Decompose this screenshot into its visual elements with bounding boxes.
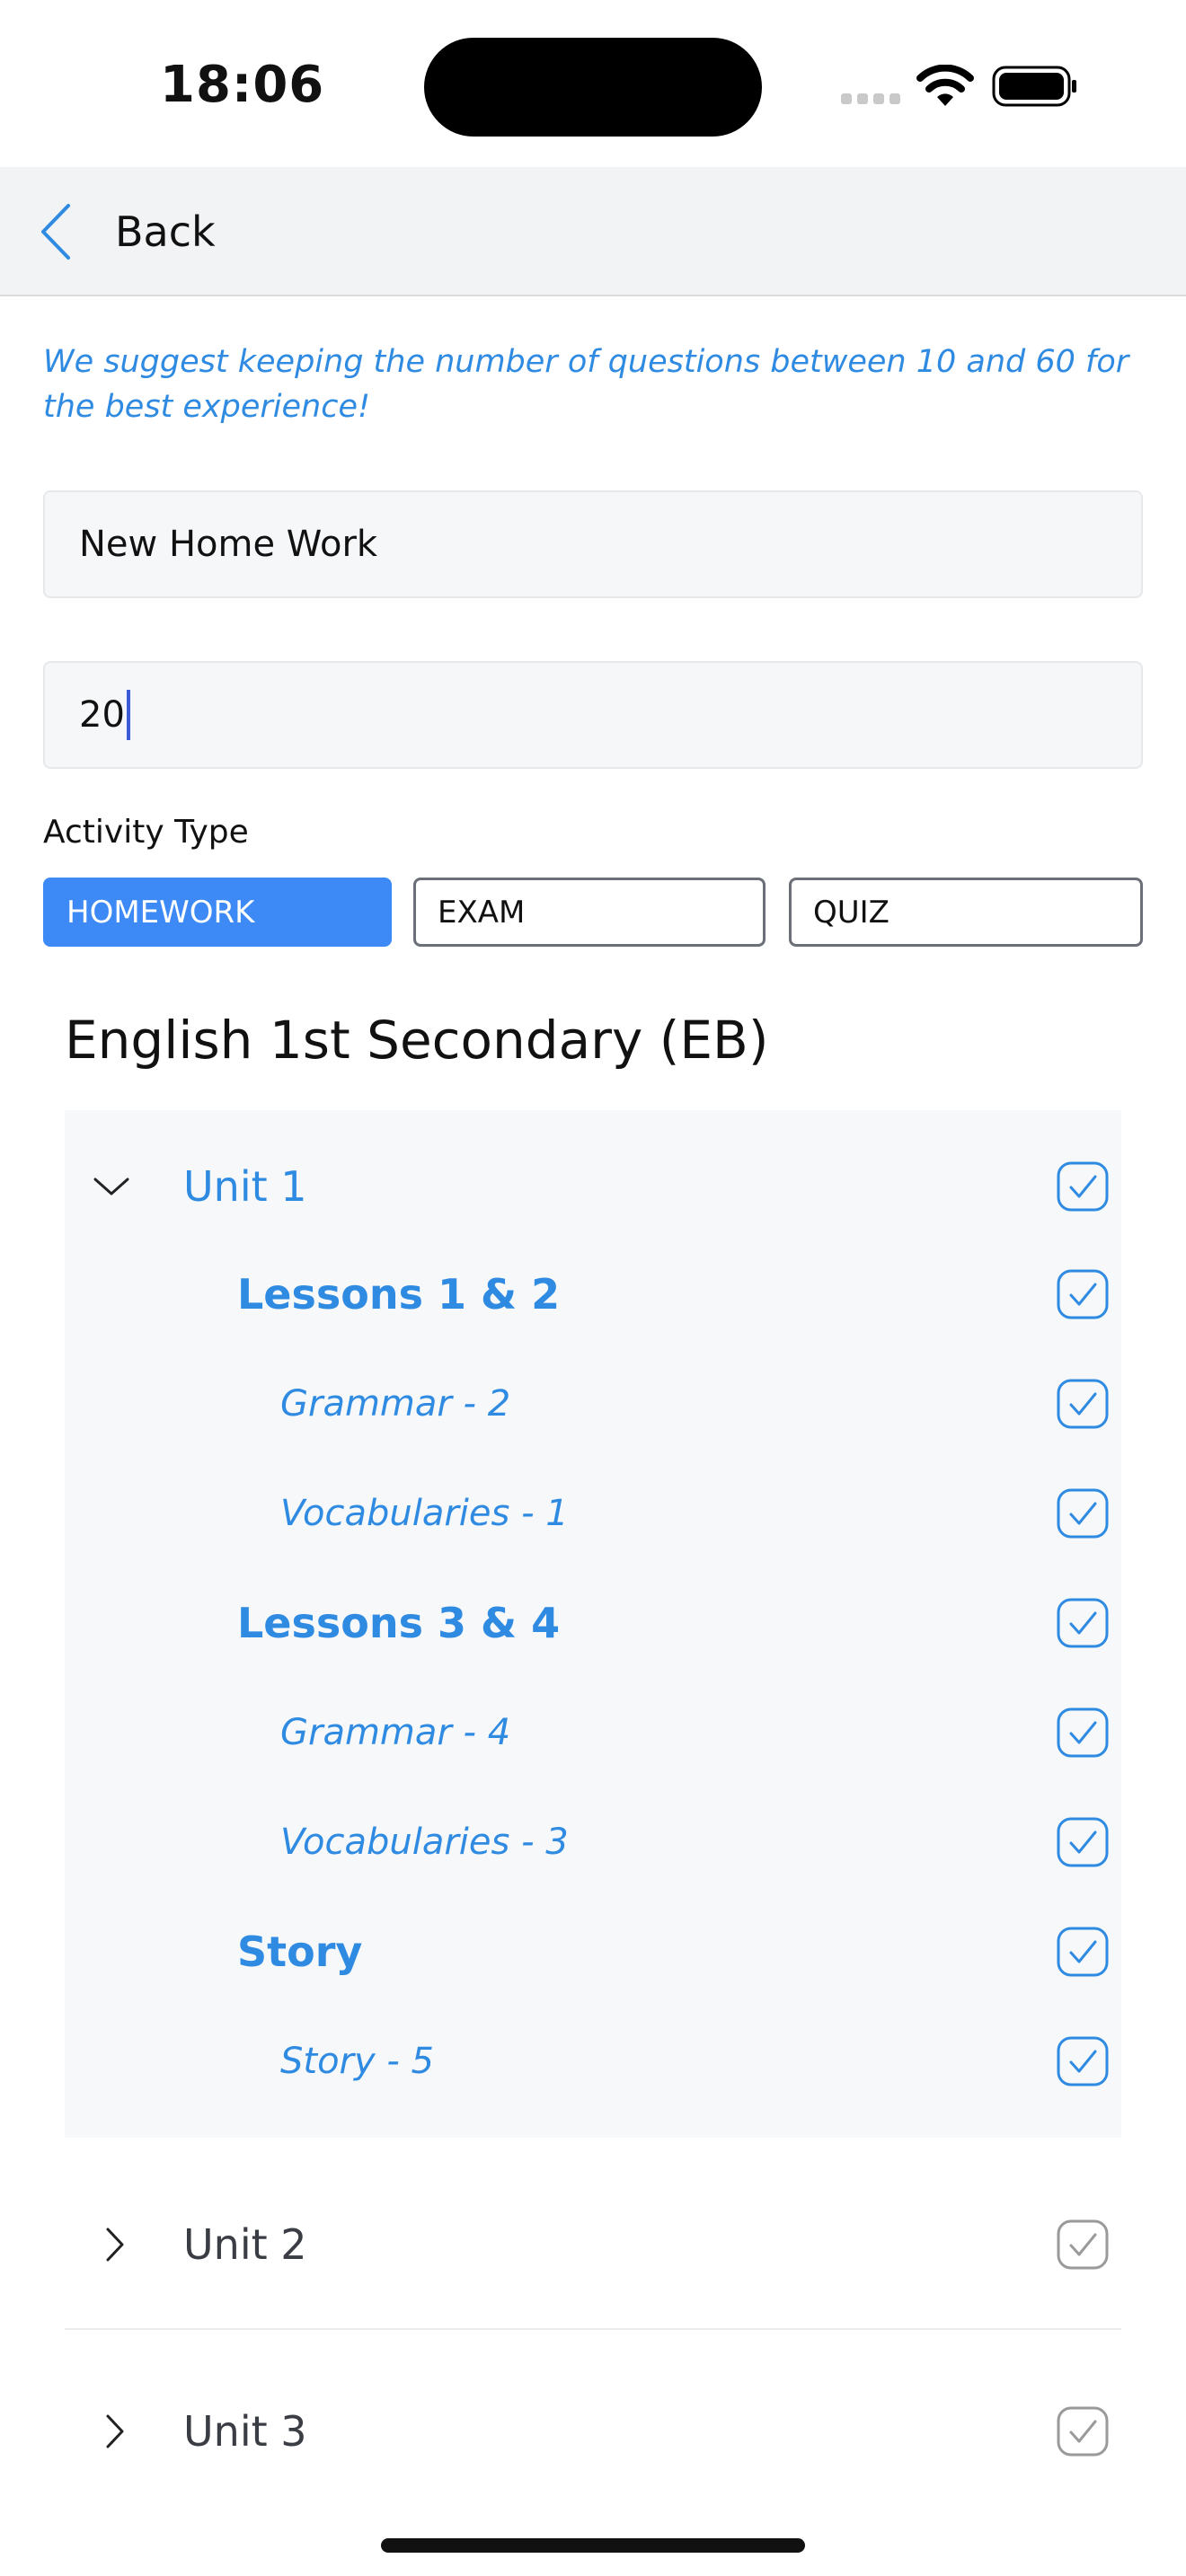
item-row[interactable]: Story - 5 [65, 2012, 1121, 2111]
item-label: Story - 5 [280, 2041, 434, 2082]
chevron-down-icon [93, 1178, 129, 1195]
item-row[interactable]: Grammar - 4 [65, 1683, 1121, 1782]
activity-title-input[interactable]: New Home Work [43, 490, 1143, 598]
checkbox-checked-icon[interactable] [1057, 1488, 1109, 1539]
unit-tree-expanded: Unit 1 Lessons 1 & 2 Grammar - 2 Vocabul… [65, 1110, 1121, 2138]
back-button[interactable]: Back [36, 190, 234, 273]
item-label: Vocabularies - 1 [280, 1493, 569, 1534]
unit-label: Unit 3 [183, 2407, 307, 2456]
item-label: Vocabularies - 3 [280, 1822, 569, 1863]
segment-homework[interactable]: HOMEWORK [43, 878, 392, 947]
lesson-label: Lessons 1 & 2 [237, 1270, 561, 1319]
text-cursor [126, 690, 130, 740]
unit-label: Unit 2 [183, 2220, 307, 2269]
checkbox-checked-icon[interactable] [1057, 1379, 1109, 1429]
segment-quiz[interactable]: QUIZ [789, 878, 1143, 947]
status-bar: 18:06 [0, 0, 1186, 167]
checkbox-checked-icon[interactable] [1057, 1817, 1109, 1867]
lesson-row[interactable]: Lessons 1 & 2 [65, 1245, 1121, 1344]
unit-row-unit-3[interactable]: Unit 3 [65, 2346, 1121, 2517]
checkbox-checked-icon[interactable] [1057, 1598, 1109, 1648]
item-label: Grammar - 2 [280, 1383, 511, 1425]
signal-icon [841, 93, 902, 104]
unit-row-unit-1[interactable]: Unit 1 [65, 1137, 1121, 1236]
back-label: Back [115, 207, 216, 256]
checkbox-checked-icon[interactable] [1057, 1269, 1109, 1319]
segment-exam[interactable]: EXAM [413, 878, 766, 947]
item-row[interactable]: Vocabularies - 3 [65, 1793, 1121, 1892]
checkbox-checked-icon[interactable] [1057, 1927, 1109, 1977]
nav-bar: Back [0, 167, 1186, 296]
question-count-hint: We suggest keeping the number of questio… [43, 344, 1129, 425]
checkbox-checked-icon[interactable] [1057, 2036, 1109, 2086]
status-time: 18:06 [160, 56, 325, 114]
question-count-input[interactable]: 20 [43, 661, 1143, 769]
checkbox-checked-icon[interactable] [1057, 1161, 1109, 1212]
battery-icon [992, 66, 1076, 107]
chevron-left-icon [41, 204, 70, 260]
checkbox-unchecked-icon[interactable] [1057, 2219, 1109, 2270]
wifi-icon [916, 65, 974, 106]
chevron-right-icon [106, 2228, 124, 2262]
item-row[interactable]: Vocabularies - 1 [65, 1464, 1121, 1563]
unit-row-unit-2[interactable]: Unit 2 [65, 2159, 1121, 2330]
lesson-label: Lessons 3 & 4 [237, 1599, 561, 1647]
activity-title-value: New Home Work [79, 524, 378, 565]
checkbox-checked-icon[interactable] [1057, 1707, 1109, 1758]
question-count-value: 20 [79, 694, 125, 736]
lesson-row[interactable]: Lessons 3 & 4 [65, 1574, 1121, 1672]
home-indicator[interactable] [381, 2538, 805, 2553]
item-label: Grammar - 4 [280, 1712, 511, 1753]
course-title: English 1st Secondary (EB) [65, 1010, 769, 1071]
checkbox-unchecked-icon[interactable] [1057, 2406, 1109, 2457]
activity-type-label: Activity Type [43, 814, 249, 851]
dynamic-island [424, 38, 762, 137]
lesson-row[interactable]: Story [65, 1902, 1121, 2001]
unit-label: Unit 1 [183, 1162, 307, 1211]
lesson-label: Story [237, 1928, 363, 1976]
item-row[interactable]: Grammar - 2 [65, 1354, 1121, 1453]
chevron-right-icon [106, 2414, 124, 2448]
